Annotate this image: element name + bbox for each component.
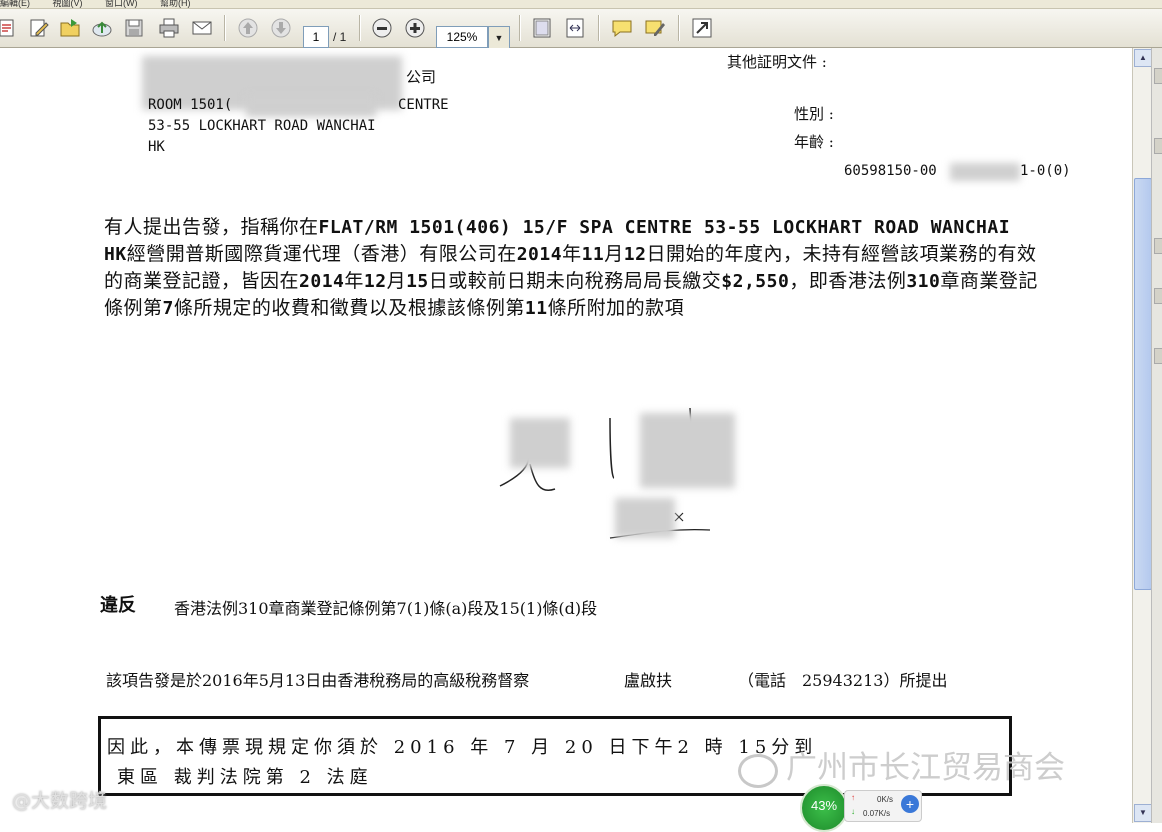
redacted-address bbox=[246, 95, 376, 117]
download-arrow-icon: ↓ bbox=[851, 807, 855, 816]
address-line2-start: ROOM 1501( bbox=[148, 97, 233, 113]
gender-label: 性別 : bbox=[794, 105, 834, 123]
menu-bar: 編輯(E) 視圖(V) 窗口(W) 幫助(H) bbox=[0, 0, 1162, 9]
upload-icon[interactable] bbox=[89, 15, 115, 41]
side-panel-strip bbox=[1151, 48, 1162, 823]
folder-icon[interactable] bbox=[57, 15, 83, 41]
toolbar: 1 / 1 125% ▼ bbox=[0, 9, 1162, 50]
page-number-input[interactable]: 1 bbox=[303, 26, 329, 48]
scroll-thumb[interactable] bbox=[1134, 178, 1152, 590]
summons-line1: 因此，本傳票現規定你須於 2016 年 7 月 20 日下午2 時 15分到 bbox=[107, 737, 818, 758]
inspector-name: 盧啟扶 bbox=[624, 671, 673, 690]
signature bbox=[490, 398, 750, 558]
fit-page-icon[interactable] bbox=[529, 15, 555, 41]
redacted-reference bbox=[950, 163, 1020, 181]
open-icon[interactable] bbox=[0, 15, 20, 41]
violation-text: 香港法例310章商業登記條例第7(1)條(a)段及15(1)條(d)段 bbox=[174, 599, 598, 618]
scroll-down-button[interactable]: ▼ bbox=[1134, 804, 1152, 822]
age-label: 年齡 : bbox=[794, 133, 834, 151]
save-icon[interactable] bbox=[121, 15, 147, 41]
print-icon[interactable] bbox=[156, 15, 182, 41]
comment-icon[interactable] bbox=[609, 15, 635, 41]
phone-text: （電話 25943213）所提出 bbox=[738, 671, 948, 690]
address-line3: 53-55 LOCKHART ROAD WANCHAI bbox=[148, 118, 376, 134]
other-docs-label: 其他証明文件 : bbox=[727, 53, 827, 71]
address-company-end: 公司 bbox=[406, 68, 437, 86]
issued-text: 該項告發是於2016年5月13日由香港稅務局的高級稅務督察 bbox=[106, 671, 530, 690]
upload-speed: 0K/s bbox=[877, 795, 894, 804]
reference-number-suffix: 1-0(0) bbox=[1020, 163, 1071, 179]
charge-paragraph: 有人提出告發，指稱你在FLAT/RM 1501(406) 15/F SPA CE… bbox=[104, 216, 1038, 319]
zoom-in-icon[interactable] bbox=[402, 15, 428, 41]
zoom-level-input[interactable]: 125% bbox=[436, 26, 488, 48]
document-page: 公司 ROOM 1501( CENTRE 53-55 LOCKHART ROAD… bbox=[0, 48, 1132, 823]
corner-watermark: @大数跨境 bbox=[12, 790, 108, 812]
menu-item-help[interactable]: 幫助(H) bbox=[160, 0, 191, 8]
wechat-icon bbox=[738, 754, 778, 788]
fit-width-icon[interactable] bbox=[562, 15, 588, 41]
download-speed: 0.07K/s bbox=[863, 809, 891, 818]
menu-item-window[interactable]: 窗口(W) bbox=[105, 0, 138, 8]
address-line2-end: CENTRE bbox=[398, 97, 449, 113]
scroll-up-button[interactable]: ▲ bbox=[1134, 49, 1152, 67]
edit-icon[interactable] bbox=[26, 15, 52, 41]
zoom-dropdown-button[interactable]: ▼ bbox=[488, 26, 510, 50]
plus-icon[interactable]: + bbox=[901, 795, 919, 813]
email-icon[interactable] bbox=[189, 15, 215, 41]
menu-item-view[interactable]: 視圖(V) bbox=[53, 0, 83, 8]
vertical-scrollbar[interactable]: ▲ ▼ bbox=[1132, 48, 1152, 823]
menu-item-edit[interactable]: 編輯(E) bbox=[0, 0, 30, 8]
summons-line2: 東區 裁判法院第 2 法庭 bbox=[117, 767, 373, 788]
zoom-out-icon[interactable] bbox=[369, 15, 395, 41]
reference-number-prefix: 60598150-00 bbox=[844, 163, 937, 179]
prev-page-icon[interactable] bbox=[235, 15, 261, 41]
next-page-icon[interactable] bbox=[268, 15, 294, 41]
upload-arrow-icon: ↑ bbox=[851, 793, 855, 802]
page-total: / 1 bbox=[333, 30, 347, 44]
watermark-text: 广州市长江贸易商会 bbox=[786, 750, 1065, 786]
violation-label: 違反 bbox=[100, 595, 136, 616]
highlight-icon[interactable] bbox=[642, 15, 668, 41]
fullscreen-icon[interactable] bbox=[689, 15, 715, 41]
address-line4: HK bbox=[148, 139, 165, 155]
memory-usage-badge[interactable]: 43% bbox=[800, 784, 848, 832]
